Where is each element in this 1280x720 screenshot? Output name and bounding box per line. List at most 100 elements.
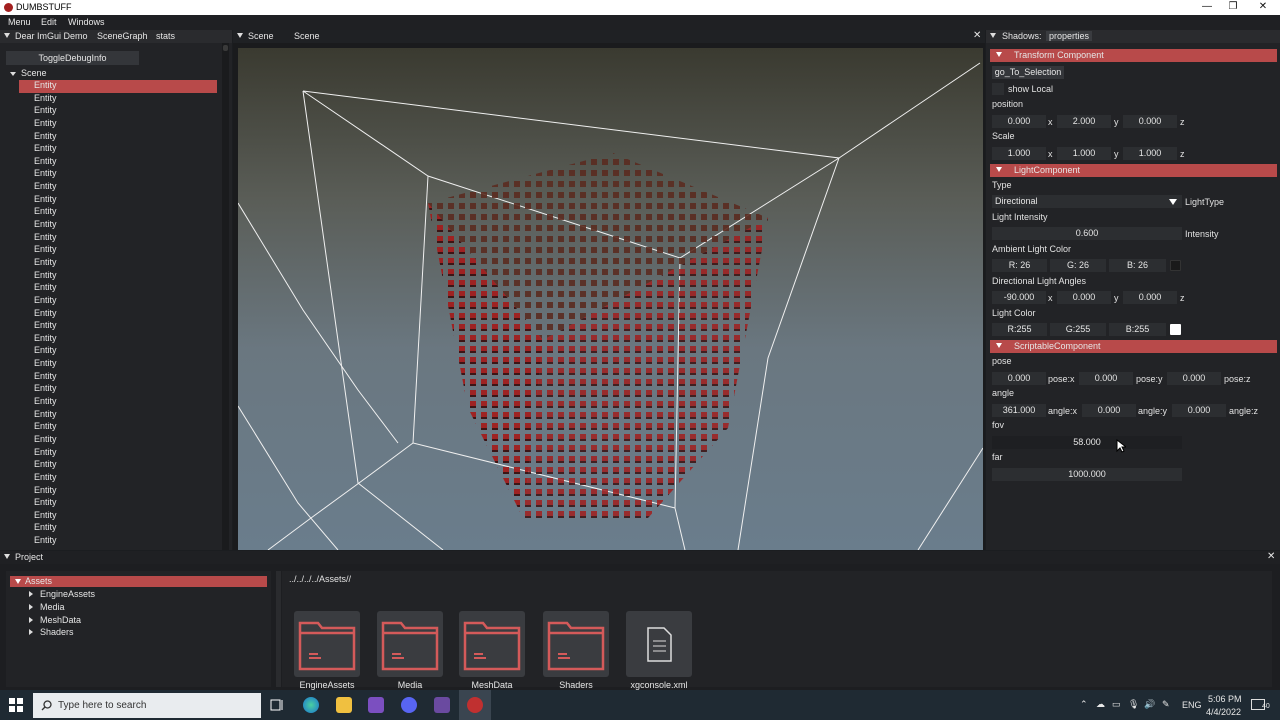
- ambient-color-swatch[interactable]: [1170, 260, 1181, 271]
- visual-studio-icon[interactable]: [368, 697, 384, 713]
- splitter[interactable]: [276, 571, 281, 687]
- maximize-button[interactable]: ❐: [1216, 0, 1250, 15]
- tree-item-engineassets[interactable]: EngineAssets: [40, 589, 95, 599]
- scrollbar[interactable]: [222, 43, 229, 550]
- entity-list-item[interactable]: Entity: [19, 181, 217, 194]
- light-r-field[interactable]: R:255: [992, 323, 1047, 336]
- position-y-field[interactable]: 2.000: [1057, 115, 1111, 128]
- menu-item-windows[interactable]: Windows: [68, 17, 105, 27]
- collapse-icon[interactable]: [237, 33, 243, 38]
- light-color-swatch[interactable]: [1170, 324, 1181, 335]
- entity-list-item[interactable]: Entity: [19, 270, 217, 283]
- folder-item[interactable]: [459, 611, 525, 677]
- tab-shadows[interactable]: Shadows:: [1002, 31, 1042, 41]
- menu-item-menu[interactable]: Menu: [8, 17, 31, 27]
- entity-list-item[interactable]: Entity: [19, 345, 217, 358]
- entity-list-item[interactable]: Entity: [19, 118, 217, 131]
- entity-list-item[interactable]: Entity: [19, 510, 217, 523]
- pose-y-field[interactable]: 0.000: [1079, 372, 1133, 385]
- entity-list-item[interactable]: Entity: [19, 244, 217, 257]
- entity-list-item[interactable]: Entity: [19, 156, 217, 169]
- entity-list-item[interactable]: Entity: [19, 396, 217, 409]
- entity-list-item[interactable]: Entity: [19, 447, 217, 460]
- angle-z-field[interactable]: 0.000: [1123, 291, 1177, 304]
- entity-list-item[interactable]: Entity: [19, 105, 217, 118]
- close-scene-icon[interactable]: ✕: [973, 30, 981, 41]
- angle-y-field[interactable]: 0.000: [1057, 291, 1111, 304]
- volume-icon[interactable]: 🔊: [1144, 699, 1155, 710]
- tab-scenegraph[interactable]: SceneGraph: [97, 31, 148, 41]
- entity-list-item[interactable]: Entity: [19, 219, 217, 232]
- angle-x-field[interactable]: 361.000: [992, 404, 1046, 417]
- ambient-g-field[interactable]: G: 26: [1050, 259, 1106, 272]
- tab-stats[interactable]: stats: [156, 31, 175, 41]
- clock-time[interactable]: 5:06 PM: [1208, 694, 1242, 704]
- ambient-r-field[interactable]: R: 26: [992, 259, 1047, 272]
- entity-list-item[interactable]: Entity: [19, 194, 217, 207]
- entity-list-item[interactable]: Entity: [19, 80, 217, 93]
- dumbstuff-app-icon[interactable]: [467, 697, 483, 713]
- scale-z-field[interactable]: 1.000: [1123, 147, 1177, 160]
- entity-list-item[interactable]: Entity: [19, 320, 217, 333]
- entity-list-item[interactable]: Entity: [19, 371, 217, 384]
- transform-section-header[interactable]: Transform Component: [990, 49, 1277, 62]
- light-b-field[interactable]: B:255: [1109, 323, 1166, 336]
- entity-list-item[interactable]: Entity: [19, 409, 217, 422]
- folder-item[interactable]: [377, 611, 443, 677]
- tab-scene-2[interactable]: Scene: [294, 31, 320, 41]
- light-section-header[interactable]: LightComponent: [990, 164, 1277, 177]
- entity-list-item[interactable]: Entity: [19, 535, 217, 548]
- entity-list-item[interactable]: Entity: [19, 131, 217, 144]
- close-project-icon[interactable]: ✕: [1267, 551, 1275, 562]
- position-x-field[interactable]: 0.000: [992, 115, 1046, 128]
- ambient-b-field[interactable]: B: 26: [1109, 259, 1166, 272]
- microphone-icon[interactable]: 🎙: [1128, 699, 1139, 710]
- pose-x-field[interactable]: 0.000: [992, 372, 1046, 385]
- entity-list-item[interactable]: Entity: [19, 485, 217, 498]
- file-item[interactable]: [626, 611, 692, 677]
- tree-item-shaders[interactable]: Shaders: [40, 627, 74, 637]
- far-slider[interactable]: 1000.000: [992, 468, 1182, 481]
- entity-list-item[interactable]: Entity: [19, 522, 217, 535]
- cloud-icon[interactable]: ☁: [1096, 699, 1105, 710]
- entity-list-item[interactable]: Entity: [19, 333, 217, 346]
- entity-list-item[interactable]: Entity: [19, 383, 217, 396]
- entity-list-item[interactable]: Entity: [19, 143, 217, 156]
- angle-x-field[interactable]: -90.000: [992, 291, 1046, 304]
- collapse-icon[interactable]: [4, 33, 10, 38]
- angle-y-field[interactable]: 0.000: [1082, 404, 1136, 417]
- scriptable-section-header[interactable]: ScriptableComponent: [990, 340, 1277, 353]
- entity-list-item[interactable]: Entity: [19, 434, 217, 447]
- media-app-icon[interactable]: [434, 697, 450, 713]
- light-g-field[interactable]: G:255: [1050, 323, 1106, 336]
- scale-y-field[interactable]: 1.000: [1057, 147, 1111, 160]
- menu-item-edit[interactable]: Edit: [41, 17, 57, 27]
- entity-list-item[interactable]: Entity: [19, 206, 217, 219]
- scrollbar-thumb[interactable]: [223, 45, 228, 51]
- taskbar-search-box[interactable]: Type here to search: [33, 693, 261, 718]
- windows-start-icon[interactable]: [9, 698, 23, 712]
- tab-imgui-demo[interactable]: Dear ImGui Demo: [15, 31, 88, 41]
- entity-list-item[interactable]: Entity: [19, 257, 217, 270]
- collapse-icon[interactable]: [990, 33, 996, 38]
- folder-item[interactable]: [543, 611, 609, 677]
- entity-list-item[interactable]: Entity: [19, 295, 217, 308]
- tree-item-media[interactable]: Media: [40, 602, 65, 612]
- scene-viewport[interactable]: [238, 48, 983, 550]
- clock-date[interactable]: 4/4/2022: [1206, 707, 1241, 717]
- position-z-field[interactable]: 0.000: [1123, 115, 1177, 128]
- collapse-icon[interactable]: [4, 554, 10, 559]
- entity-list-item[interactable]: Entity: [19, 168, 217, 181]
- tab-properties[interactable]: properties: [1046, 31, 1093, 41]
- folder-item[interactable]: [294, 611, 360, 677]
- file-explorer-icon[interactable]: [336, 697, 352, 713]
- scene-tree-node[interactable]: Scene: [10, 68, 47, 78]
- pen-icon[interactable]: ✎: [1162, 699, 1170, 710]
- scale-x-field[interactable]: 1.000: [992, 147, 1046, 160]
- discord-icon[interactable]: [401, 697, 417, 713]
- tree-item-meshdata[interactable]: MeshData: [40, 615, 81, 625]
- toggle-debug-info-button[interactable]: ToggleDebugInfo: [6, 51, 139, 65]
- entity-list-item[interactable]: Entity: [19, 497, 217, 510]
- close-window-button[interactable]: ✕: [1246, 0, 1280, 15]
- usb-icon[interactable]: ▭: [1112, 699, 1121, 710]
